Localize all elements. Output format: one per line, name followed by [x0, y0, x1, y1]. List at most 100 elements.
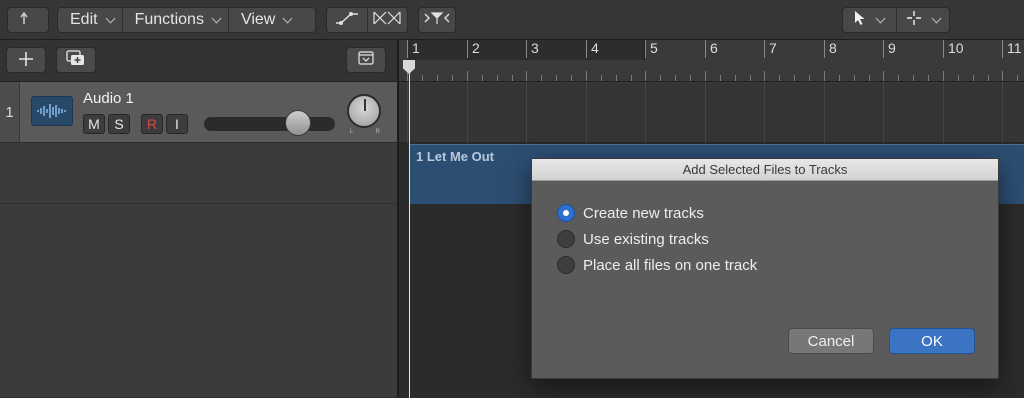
option-label: Use existing tracks — [583, 230, 709, 248]
pan-right-label: R — [375, 129, 380, 135]
bar-gridline — [526, 82, 527, 143]
main-toolbar: Edit Functions View — [0, 0, 1024, 40]
chevron-down-icon — [105, 13, 116, 23]
chevron-down-icon — [211, 13, 222, 23]
bar-ruler[interactable]: 1 2 3 4 5 6 7 8 9 10 11 — [399, 40, 1024, 82]
ruler-tick — [526, 71, 527, 81]
playhead[interactable] — [409, 60, 410, 398]
region-label: 1 Let Me Out — [416, 149, 495, 164]
ruler-tick — [794, 75, 795, 81]
track-number: 1 — [0, 82, 20, 142]
ruler-tick — [750, 75, 751, 81]
bar-gridline — [764, 82, 765, 143]
cancel-button[interactable]: Cancel — [788, 328, 874, 354]
ruler-tick — [586, 71, 587, 81]
bar-gridline — [1002, 82, 1003, 143]
ruler-tick — [660, 75, 661, 81]
ruler-tick — [675, 75, 676, 81]
ruler-tick — [422, 75, 423, 81]
empty-track-area — [0, 144, 397, 204]
dialog-title: Add Selected Files to Tracks — [532, 159, 998, 181]
ruler-tick — [928, 75, 929, 81]
radio-button[interactable] — [557, 256, 575, 274]
ruler-tick — [1017, 75, 1018, 81]
view-menu[interactable]: View — [229, 8, 299, 32]
option-place-all-on-one-track[interactable]: Place all files on one track — [557, 256, 757, 274]
ruler-tick — [571, 75, 572, 81]
ruler-tick — [943, 71, 944, 81]
add-track-button[interactable] — [6, 47, 46, 73]
option-create-new-tracks[interactable]: Create new tracks — [557, 204, 704, 222]
ruler-tick — [512, 75, 513, 81]
ruler-tick — [824, 71, 825, 81]
marquee-tool-icon — [906, 10, 922, 31]
ruler-tick — [958, 75, 959, 81]
volume-slider[interactable] — [204, 117, 335, 131]
view-menu-label: View — [240, 11, 276, 28]
ruler-tick — [616, 75, 617, 81]
ruler-tick — [869, 75, 870, 81]
bar-number: 9 — [883, 40, 896, 58]
flex-button[interactable] — [368, 8, 408, 32]
bar-number: 3 — [526, 40, 539, 58]
bar-gridline — [645, 82, 646, 143]
input-monitoring-button[interactable]: I — [166, 114, 188, 134]
functions-menu[interactable]: Functions — [123, 8, 229, 32]
bar-number: 11 — [1002, 40, 1022, 58]
pan-knob[interactable] — [347, 94, 381, 128]
track-header-toolbar — [0, 40, 397, 82]
ruler-tick — [973, 75, 974, 81]
automation-curve-icon — [335, 11, 359, 30]
ruler-tick — [764, 71, 765, 81]
ruler-tick — [645, 71, 646, 81]
ruler-tick — [913, 75, 914, 81]
chevron-down-icon — [931, 13, 942, 23]
pan-left-label: L — [350, 129, 354, 135]
solo-button[interactable]: S — [108, 114, 130, 134]
pointer-tool-menu[interactable] — [843, 8, 897, 32]
ok-button[interactable]: OK — [889, 328, 975, 354]
mute-button[interactable]: M — [83, 114, 105, 134]
record-enable-button[interactable]: R — [141, 114, 163, 134]
ruler-tick — [705, 71, 706, 81]
radio-button[interactable] — [557, 230, 575, 248]
track-name[interactable]: Audio 1 — [83, 90, 134, 107]
ruler-tick — [1002, 71, 1003, 81]
automation-group — [326, 7, 408, 33]
bar-number: 7 — [764, 40, 777, 58]
edit-menu[interactable]: Edit — [58, 8, 123, 32]
option-use-existing-tracks[interactable]: Use existing tracks — [557, 230, 709, 248]
bar-number: 5 — [645, 40, 658, 58]
bar-gridline — [467, 82, 468, 143]
chevron-down-icon — [282, 13, 293, 23]
tools-group — [842, 7, 950, 33]
automation-button[interactable] — [327, 8, 368, 32]
bar-number: 2 — [467, 40, 480, 58]
collapse-button[interactable] — [346, 47, 386, 73]
bar-number: 6 — [705, 40, 718, 58]
track-headers-panel: 1 Audio 1 M S R I L R — [0, 40, 397, 398]
ruler-tick — [467, 71, 468, 81]
bar-number: 10 — [943, 40, 964, 58]
ruler-tick — [631, 75, 632, 81]
bar-number: 8 — [824, 40, 837, 58]
back-arrow-icon — [20, 10, 36, 31]
ruler-tick — [779, 75, 780, 81]
ruler-tick — [720, 75, 721, 81]
bar-gridline — [586, 82, 587, 143]
duplicate-track-button[interactable] — [56, 47, 96, 73]
ruler-tick — [437, 75, 438, 81]
radio-button[interactable] — [557, 204, 575, 222]
flex-time-icon — [372, 10, 402, 31]
ruler-tick — [482, 75, 483, 81]
catch-button[interactable] — [418, 7, 456, 33]
volume-slider-thumb[interactable] — [285, 110, 311, 136]
track-header-audio-1[interactable]: 1 Audio 1 M S R I L R — [0, 82, 397, 143]
marquee-tool-menu[interactable] — [897, 8, 950, 32]
edit-menu-label: Edit — [70, 11, 98, 28]
arrange-lane-audio-1[interactable] — [399, 82, 1024, 143]
back-button[interactable] — [7, 7, 49, 33]
audio-waveform-icon[interactable] — [31, 96, 73, 126]
functions-menu-label: Functions — [134, 11, 204, 28]
ruler-tick — [839, 75, 840, 81]
